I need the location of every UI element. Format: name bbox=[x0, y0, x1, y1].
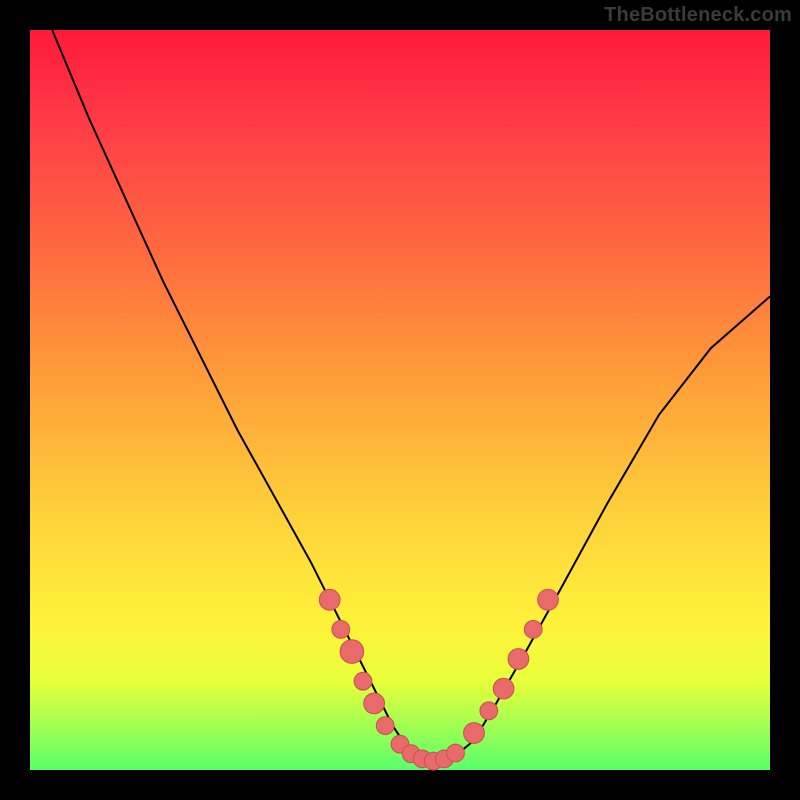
bottleneck-curve bbox=[52, 30, 770, 763]
curve-marker bbox=[354, 672, 372, 690]
watermark-text: TheBottleneck.com bbox=[604, 4, 792, 27]
curve-marker bbox=[508, 649, 529, 670]
curve-marker bbox=[538, 589, 559, 610]
curve-marker bbox=[493, 678, 514, 699]
curve-marker bbox=[447, 744, 465, 762]
curve-marker bbox=[464, 723, 485, 744]
chart-stage: TheBottleneck.com bbox=[0, 0, 800, 800]
curve-markers bbox=[319, 589, 558, 770]
curve-marker bbox=[364, 693, 385, 714]
curve-marker bbox=[376, 717, 394, 735]
curve-marker bbox=[480, 702, 498, 720]
plot-area bbox=[30, 30, 770, 770]
curve-marker bbox=[332, 621, 350, 639]
chart-svg bbox=[30, 30, 770, 770]
curve-marker bbox=[340, 640, 364, 664]
curve-marker bbox=[319, 589, 340, 610]
curve-marker bbox=[524, 621, 542, 639]
